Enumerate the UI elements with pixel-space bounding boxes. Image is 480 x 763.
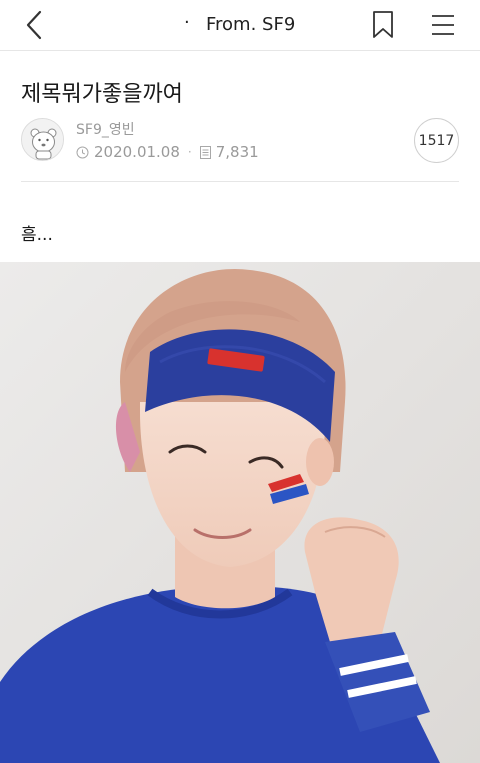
view-count: 7,831: [215, 143, 259, 161]
menu-button[interactable]: [430, 12, 456, 38]
divider: [21, 181, 459, 182]
post-photo[interactable]: [0, 262, 480, 763]
document-icon: [199, 145, 211, 159]
bookmark-icon: [373, 11, 393, 38]
post-meta: 2020.01.08 · 7,831: [76, 143, 259, 161]
bear-avatar-icon: [22, 119, 63, 160]
author-avatar[interactable]: [21, 118, 64, 161]
author-name[interactable]: SF9_영빈: [76, 119, 135, 139]
comment-count-badge[interactable]: 1517: [414, 118, 459, 163]
menu-icon: [432, 15, 454, 35]
post-body-text: 흠...: [21, 225, 53, 245]
back-button[interactable]: [18, 8, 52, 42]
title-dot: ·: [184, 12, 190, 33]
post-date: 2020.01.08: [94, 143, 180, 161]
top-bar: · From. SF9: [0, 0, 480, 51]
bookmark-button[interactable]: [370, 10, 396, 40]
clock-icon: [76, 146, 89, 158]
page-title: From. SF9: [206, 14, 296, 35]
meta-separator: ·: [187, 145, 192, 159]
chevron-left-icon: [26, 10, 42, 40]
selfie-photo: [0, 262, 480, 763]
post-title: 제목뭐가좋을까여: [21, 82, 183, 107]
